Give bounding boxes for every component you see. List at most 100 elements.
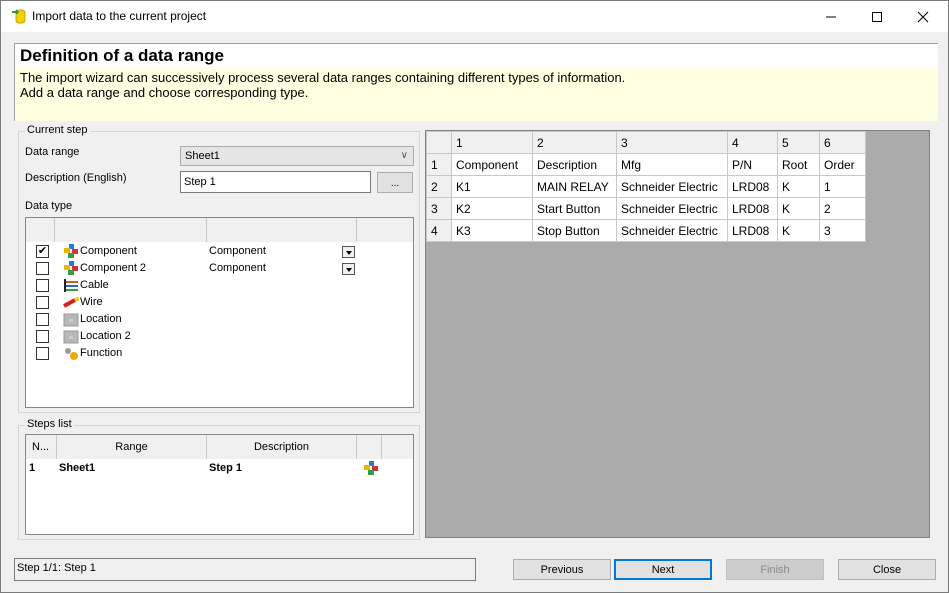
data-type-checkbox[interactable] (36, 262, 49, 275)
table-row: 3 K2 Start Button Schneider Electric LRD08 K 2 (426, 197, 866, 220)
table-cell[interactable]: K (777, 197, 820, 220)
finish-button[interactable]: Finish (726, 559, 824, 580)
data-type-checkbox[interactable] (36, 330, 49, 343)
data-type-checkbox[interactable] (36, 279, 49, 292)
table-cell[interactable]: Component (451, 153, 533, 176)
header-col-check[interactable] (26, 218, 55, 242)
column-header[interactable]: 3 (616, 131, 728, 154)
table-cell[interactable]: Stop Button (532, 219, 617, 242)
data-type-checkbox[interactable]: ✔ (36, 245, 49, 258)
function-icon (65, 348, 78, 360)
data-type-checkbox[interactable] (36, 296, 49, 309)
data-type-list-header (26, 218, 413, 242)
data-type-checkbox[interactable] (36, 313, 49, 326)
corner-cell[interactable] (426, 131, 452, 154)
steps-col-range[interactable]: Range (57, 435, 207, 459)
data-type-row[interactable]: Cable (26, 277, 413, 294)
data-type-name: Component (80, 245, 137, 257)
spreadsheet-preview[interactable]: 1 2 3 4 5 6 1 Component Description Mfg P/N R… (425, 130, 930, 538)
column-header[interactable]: 2 (532, 131, 617, 154)
step-range: Sheet1 (59, 462, 96, 474)
description-input[interactable] (180, 171, 371, 193)
table-cell[interactable]: 3 (819, 219, 866, 242)
header-col-name[interactable] (55, 218, 207, 242)
dropdown-arrow-icon[interactable] (342, 246, 355, 258)
component-icon (364, 461, 378, 475)
row-header[interactable]: 3 (426, 197, 452, 220)
table-cell[interactable]: P/N (727, 153, 778, 176)
header-description-line1: The import wizard can successively proce… (20, 70, 626, 85)
table-cell[interactable]: Order (819, 153, 866, 176)
close-window-button[interactable] (900, 1, 946, 32)
wizard-header: Definition of a data range The import wi… (14, 43, 938, 121)
step-number: 1 (29, 462, 36, 474)
header-col-type[interactable] (207, 218, 357, 242)
table-cell[interactable]: K1 (451, 175, 533, 198)
data-type-row[interactable]: Location (26, 311, 413, 328)
data-type-name: Location 2 (80, 330, 131, 342)
chevron-down-icon: ∨ (400, 150, 408, 161)
data-type-row[interactable]: Function (26, 345, 413, 362)
maximize-button[interactable] (854, 1, 900, 32)
steps-col-number[interactable]: N... (26, 435, 57, 459)
minimize-button[interactable] (808, 1, 854, 32)
table-cell[interactable]: LRD08 (727, 197, 778, 220)
row-header[interactable]: 4 (426, 219, 452, 242)
previous-button[interactable]: Previous (513, 559, 611, 580)
data-type-checkbox[interactable] (36, 347, 49, 360)
wire-icon (63, 297, 79, 308)
table-cell[interactable]: Schneider Electric (616, 197, 728, 220)
data-range-value: Sheet1 (185, 150, 220, 162)
data-range-select[interactable]: Sheet1 ∨ (180, 146, 414, 166)
browse-button[interactable]: ... (377, 172, 413, 193)
data-type-row[interactable]: ✔ Component Component (26, 243, 413, 260)
data-type-name: Component 2 (80, 262, 147, 274)
column-header[interactable]: 1 (451, 131, 533, 154)
table-row: 2 K1 MAIN RELAY Schneider Electric LRD08 K 1 (426, 175, 866, 198)
table-cell[interactable]: K (777, 175, 820, 198)
table-cell[interactable]: LRD08 (727, 175, 778, 198)
close-button[interactable]: Close (838, 559, 936, 580)
table-cell[interactable]: K3 (451, 219, 533, 242)
step-description: Step 1 (209, 462, 243, 474)
import-dialog: Import data to the current project Defin… (0, 0, 949, 593)
column-header[interactable]: 6 (819, 131, 866, 154)
minimize-icon (826, 16, 836, 17)
data-type-label: Data type (25, 200, 73, 212)
location-icon (63, 313, 79, 327)
steps-col-description[interactable]: Description (207, 435, 357, 459)
table-cell[interactable]: K (777, 219, 820, 242)
table-cell[interactable]: Root (777, 153, 820, 176)
table-cell[interactable]: Description (532, 153, 617, 176)
steps-list-label: Steps list (25, 418, 74, 430)
row-header[interactable]: 1 (426, 153, 452, 176)
table-cell[interactable]: Mfg (616, 153, 728, 176)
column-header[interactable]: 4 (727, 131, 778, 154)
steps-list-row[interactable]: 1 Sheet1 Step 1 (26, 460, 413, 477)
table-cell[interactable]: Schneider Electric (616, 175, 728, 198)
data-type-row[interactable]: Component 2 Component (26, 260, 413, 277)
steps-col-icon[interactable] (357, 435, 382, 459)
steps-list-header: N... Range Description (26, 435, 413, 459)
table-cell[interactable]: Schneider Electric (616, 219, 728, 242)
header-description-line2: Add a data range and choose correspondin… (20, 85, 309, 100)
table-cell[interactable]: Start Button (532, 197, 617, 220)
data-type-list[interactable]: ✔ Component Component Component 2 Component C… (25, 217, 414, 408)
next-button[interactable]: Next (614, 559, 712, 580)
table-cell[interactable]: 1 (819, 175, 866, 198)
data-type-row[interactable]: Location 2 (26, 328, 413, 345)
table-row: 4 K3 Stop Button Schneider Electric LRD08 K 3 (426, 219, 866, 242)
table-cell[interactable]: MAIN RELAY (532, 175, 617, 198)
data-type-name: Cable (80, 279, 109, 291)
row-header[interactable]: 2 (426, 175, 452, 198)
table-cell[interactable]: K2 (451, 197, 533, 220)
component-icon (64, 261, 78, 275)
steps-list[interactable]: N... Range Description 1 Sheet1 Step 1 (25, 434, 414, 535)
table-cell[interactable]: LRD08 (727, 219, 778, 242)
data-type-row[interactable]: Wire (26, 294, 413, 311)
component-icon (64, 244, 78, 258)
table-cell[interactable]: 2 (819, 197, 866, 220)
dropdown-arrow-icon[interactable] (342, 263, 355, 275)
description-label: Description (English) (25, 172, 127, 184)
column-header[interactable]: 5 (777, 131, 820, 154)
